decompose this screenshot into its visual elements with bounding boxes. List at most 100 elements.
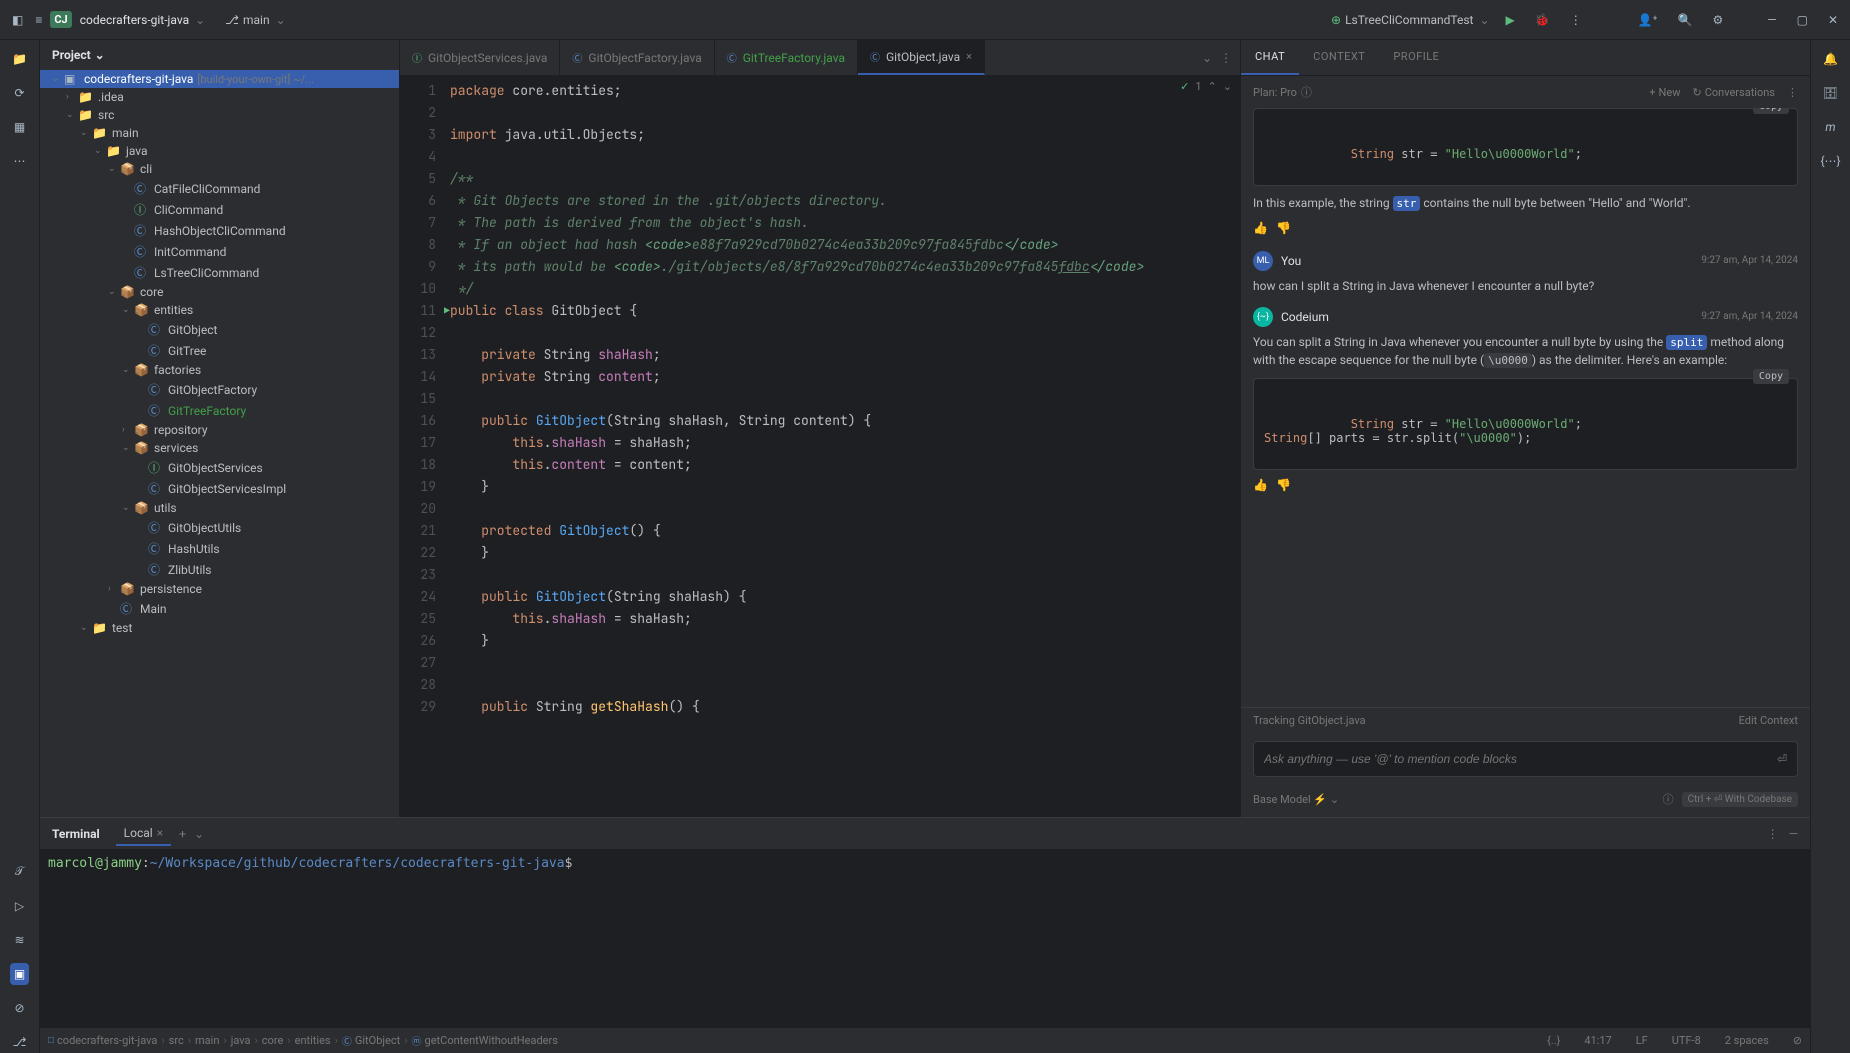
- encoding[interactable]: UTF-8: [1672, 1034, 1701, 1047]
- terminal-dropdown-icon[interactable]: ⌄: [194, 827, 204, 841]
- structure-tool-icon[interactable]: ▦: [10, 116, 29, 138]
- cursor-position[interactable]: 41:17: [1584, 1034, 1611, 1047]
- new-terminal-icon[interactable]: +: [179, 827, 186, 841]
- tree-item[interactable]: ⌄📁src: [40, 106, 399, 124]
- tree-item[interactable]: ⌄📦utils: [40, 499, 399, 517]
- database-icon[interactable]: 🗄: [1819, 82, 1842, 104]
- tree-item[interactable]: ⒸGitObject: [40, 319, 399, 340]
- problems-tool-icon[interactable]: ⊘: [10, 997, 28, 1019]
- close-icon[interactable]: ×: [157, 826, 163, 840]
- tree-chevron[interactable]: ⌄: [66, 110, 78, 120]
- search-icon[interactable]: 🔍: [1674, 9, 1697, 31]
- tree-chevron[interactable]: ⌄: [80, 623, 92, 633]
- breadcrumb-item[interactable]: java: [231, 1034, 251, 1047]
- more-tool-icon[interactable]: ⋯: [10, 150, 30, 172]
- tree-chevron[interactable]: ⌄: [94, 146, 106, 156]
- editor-tab[interactable]: ⒸGitObjectFactory.java: [560, 40, 714, 75]
- main-menu-icon[interactable]: ≡: [31, 9, 46, 31]
- tree-item[interactable]: ⒸGitObjectUtils: [40, 517, 399, 538]
- text-tool-icon[interactable]: 𝒯: [11, 860, 28, 883]
- tree-item[interactable]: ⒾCliCommand: [40, 199, 399, 220]
- notifications-icon[interactable]: 🔔: [1819, 48, 1842, 70]
- run-button[interactable]: ▶: [1502, 9, 1519, 31]
- tree-item[interactable]: ⌄📦entities: [40, 301, 399, 319]
- commit-tool-icon[interactable]: ⟳: [10, 82, 28, 104]
- tree-item[interactable]: ›📦persistence: [40, 580, 399, 598]
- tree-item[interactable]: ⌄📁main: [40, 124, 399, 142]
- run-tool-icon[interactable]: ▷: [11, 895, 28, 917]
- tree-item[interactable]: ⌄📦services: [40, 439, 399, 457]
- services-tool-icon[interactable]: ≋: [10, 929, 28, 951]
- tree-item[interactable]: ⒸGitTree: [40, 340, 399, 361]
- line-ending[interactable]: LF: [1636, 1034, 1648, 1047]
- settings-icon[interactable]: ⚙: [1708, 9, 1727, 31]
- conversations-button[interactable]: ↻ Conversations: [1692, 86, 1775, 99]
- breadcrumb-item[interactable]: src: [169, 1034, 184, 1047]
- breadcrumb-item[interactable]: core: [262, 1034, 284, 1047]
- chat-input-field[interactable]: [1264, 752, 1777, 766]
- tree-item[interactable]: ⌄📦factories: [40, 361, 399, 379]
- info-icon[interactable]: ⓘ: [1301, 84, 1312, 100]
- breadcrumb-item[interactable]: main: [195, 1034, 219, 1047]
- app-icon[interactable]: ◧: [8, 9, 27, 31]
- tree-item[interactable]: ⒸZlibUtils: [40, 559, 399, 580]
- tree-chevron[interactable]: ›: [66, 92, 78, 102]
- breadcrumb[interactable]: □codecrafters-git-java›src›main›java›cor…: [48, 1033, 558, 1048]
- chevron-down-icon[interactable]: ⌄: [52, 74, 64, 84]
- editor-tab[interactable]: ⒸGitTreeFactory.java: [715, 40, 858, 75]
- tree-item[interactable]: ⒸGitTreeFactory: [40, 400, 399, 421]
- terminal-tab[interactable]: Local×: [116, 822, 171, 846]
- chevron-down-icon[interactable]: ⌄: [195, 13, 205, 27]
- tree-item[interactable]: ⌄📦cli: [40, 160, 399, 178]
- run-config-selector[interactable]: ⊕ LsTreeCliCommandTest ⌄: [1331, 13, 1490, 27]
- base-model-selector[interactable]: Base Model ⚡ ⌄: [1253, 793, 1339, 806]
- gutter-run-icon[interactable]: ▶: [444, 300, 450, 322]
- tree-item[interactable]: ›📦repository: [40, 421, 399, 439]
- tree-item[interactable]: ⒾGitObjectServices: [40, 457, 399, 478]
- minimize-panel-icon[interactable]: —: [1789, 827, 1798, 841]
- terminal-tool-icon[interactable]: ▣: [10, 963, 29, 985]
- tree-item[interactable]: ⒸInitCommand: [40, 241, 399, 262]
- tree-chevron[interactable]: ⌄: [122, 443, 134, 453]
- editor-tab[interactable]: ⒸGitObject.java×: [858, 40, 985, 75]
- codebase-button[interactable]: Ctrl + ⏎ With Codebase: [1682, 792, 1798, 807]
- send-icon[interactable]: ⏎: [1777, 752, 1787, 766]
- chat-input[interactable]: ⏎: [1253, 741, 1798, 777]
- maximize-icon[interactable]: ▢: [1793, 9, 1812, 31]
- more-actions-icon[interactable]: ⋮: [1566, 9, 1586, 31]
- tree-item[interactable]: ›📁.idea: [40, 88, 399, 106]
- tree-item[interactable]: ⒸLsTreeCliCommand: [40, 262, 399, 283]
- project-tree[interactable]: ⌄ ▣ codecrafters-git-java [build-your-ow…: [40, 70, 399, 817]
- terminal-body[interactable]: marcol@jammy:~/Workspace/github/codecraf…: [40, 850, 1810, 1027]
- tree-chevron[interactable]: ⌄: [108, 287, 120, 297]
- tree-item[interactable]: ⒸGitObjectServicesImpl: [40, 478, 399, 499]
- editor-tab[interactable]: ⒾGitObjectServices.java: [400, 40, 560, 75]
- tree-chevron[interactable]: ›: [108, 584, 120, 594]
- new-chat-button[interactable]: + New: [1649, 86, 1680, 99]
- vcs-tool-icon[interactable]: ⎇: [9, 1031, 31, 1053]
- tree-item[interactable]: ⒸMain: [40, 598, 399, 619]
- chevron-down-icon[interactable]: ⌄: [1223, 80, 1232, 93]
- indent[interactable]: 2 spaces: [1725, 1034, 1769, 1047]
- copy-button[interactable]: Copy: [1753, 369, 1789, 384]
- code-editor[interactable]: 1234567891011▶12131415161718192021222324…: [400, 76, 1240, 817]
- tab-chat[interactable]: CHAT: [1241, 40, 1299, 75]
- tab-list-icon[interactable]: ⌄: [1202, 51, 1212, 65]
- terminal-more-icon[interactable]: ⋮: [1767, 827, 1779, 841]
- tree-item[interactable]: ⌄📦core: [40, 283, 399, 301]
- breadcrumb-item[interactable]: entities: [295, 1034, 331, 1047]
- edit-context-button[interactable]: Edit Context: [1739, 714, 1798, 727]
- codeium-icon[interactable]: {⋯}: [1816, 150, 1844, 172]
- tree-chevron[interactable]: ⌄: [122, 365, 134, 375]
- tree-item[interactable]: ⒸHashUtils: [40, 538, 399, 559]
- thumbs-down-icon[interactable]: 👎: [1276, 221, 1291, 235]
- minimize-icon[interactable]: —: [1763, 9, 1780, 31]
- project-name[interactable]: codecrafters-git-java: [80, 13, 189, 27]
- tree-chevron[interactable]: ⌄: [80, 128, 92, 138]
- debug-button[interactable]: 🐞: [1531, 9, 1554, 31]
- info-icon[interactable]: ⓘ: [1663, 791, 1674, 807]
- breadcrumb-item[interactable]: ⓜgetContentWithoutHeaders: [412, 1033, 558, 1048]
- thumbs-up-icon[interactable]: 👍: [1253, 478, 1268, 492]
- close-tab-icon[interactable]: ×: [966, 50, 972, 63]
- tree-item[interactable]: ⌄📁test: [40, 619, 399, 637]
